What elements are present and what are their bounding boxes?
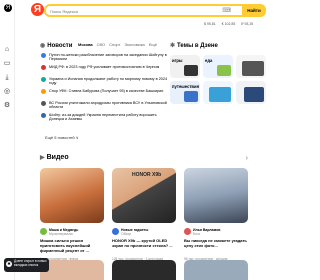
video-title-text[interactable]: Мишка сильно решил приготовить вкуснейши… <box>40 238 104 253</box>
theme-tile[interactable] <box>236 55 266 78</box>
downloads-icon[interactable]: ⤓ <box>3 74 11 82</box>
home-icon[interactable]: ⌂ <box>3 46 11 54</box>
news-list: Путин по-женски разоблачение заговоров н… <box>40 53 168 125</box>
video-icon: ▶ <box>40 155 45 161</box>
tab-more[interactable]: Ещё <box>149 42 157 47</box>
left-toolbar: Я ⌂ ▭ ⤓ ◎ ⚙ <box>0 0 15 280</box>
video-title-text[interactable]: Вы никогда не сможете угадать цену этих … <box>184 238 248 249</box>
video-thumbnail[interactable] <box>112 260 176 280</box>
channel-sub: Мультсериалы <box>49 232 73 236</box>
news-item[interactable]: ВС России уничтожили аэродромы противник… <box>40 101 168 113</box>
news-item[interactable]: Шойгу: из-за дождей Украина переместила … <box>40 113 168 125</box>
search-box: ⌨ Найти <box>44 4 266 17</box>
rate-oil[interactable]: ₽ 93,25 <box>241 22 253 26</box>
tab-moscow[interactable]: Москва <box>78 42 93 47</box>
news-icon: ◉ <box>40 43 46 49</box>
video-thumbnail[interactable] <box>184 260 248 280</box>
video-thumbnail[interactable] <box>184 168 248 223</box>
source-icon <box>41 101 46 106</box>
rate-usd[interactable]: $ 95,81 <box>204 22 216 26</box>
news-item[interactable]: МИД РФ: в 2023 году РФ усиливает противо… <box>40 65 168 77</box>
search-button[interactable]: Найти <box>242 4 266 17</box>
news-block: ◉ Новости Москва СВО Спорт Экономика Ещё… <box>40 42 168 140</box>
next-row-thumbnails <box>40 260 280 280</box>
source-icon <box>41 89 46 94</box>
channel-info: Маша и Медведь Мультсериалы <box>40 228 78 236</box>
themes-title[interactable]: Темы в Дзене <box>177 43 218 49</box>
theme-image <box>242 61 264 76</box>
theme-tile[interactable]: игры <box>170 55 200 78</box>
video-thumbnail[interactable] <box>40 260 104 280</box>
keyboard-icon[interactable]: ⌨ <box>222 7 231 14</box>
yandex-search-logo[interactable]: Я <box>31 3 44 16</box>
tab-economy[interactable]: Экономика <box>124 42 144 47</box>
news-title[interactable]: Новости <box>47 43 72 49</box>
themes-grid: игры еда путешествия <box>170 55 266 104</box>
channel-sub: Обзор <box>121 232 132 236</box>
food-image <box>217 65 231 76</box>
news-tabs: Москва СВО Спорт Экономика Ещё <box>78 42 157 47</box>
news-item[interactable]: Путин по-женски разоблачение заговоров н… <box>40 53 168 65</box>
tab-sport[interactable]: Спорт <box>109 42 120 47</box>
search-input[interactable] <box>50 7 210 15</box>
source-icon <box>41 53 46 58</box>
dzen-themes-block: ✱ Темы в Дзене игры еда путешествия <box>170 42 276 104</box>
tabs-icon[interactable]: ◎ <box>3 88 11 96</box>
news-item[interactable]: Украина и Испания продолжают работу по м… <box>40 77 168 89</box>
notification-toast[interactable]: ✱ Дзене открыт в новых вкладках кнопок <box>4 258 49 272</box>
yandex-logo-icon[interactable]: Я <box>4 4 12 12</box>
next-arrow-icon[interactable]: › <box>246 155 248 162</box>
news-item[interactable]: Спор УФК: Стивна Бабурова (Получает 95) … <box>40 89 168 101</box>
avatar[interactable] <box>184 228 191 235</box>
video-thumbnail[interactable] <box>40 168 104 223</box>
currency-rates: $ 95,81 € 102,85 ₽ 93,25 <box>204 22 258 26</box>
theme-image <box>209 87 231 102</box>
source-icon <box>41 65 46 70</box>
channel-info: Новые гаджеты Обзор <box>112 228 148 236</box>
source-icon <box>41 113 46 118</box>
settings-icon[interactable]: ⚙ <box>3 102 11 110</box>
video-title[interactable]: Видео <box>47 154 69 161</box>
theme-tile[interactable] <box>236 81 266 104</box>
dzen-icon: ✱ <box>6 261 12 267</box>
video-title-text[interactable]: HONOR X9b — крутой OLED экран по прочнос… <box>112 238 176 249</box>
rate-eur[interactable]: € 102,85 <box>222 22 236 26</box>
theme-image <box>244 87 264 102</box>
channel-info: Илья Варламов Блог <box>184 228 220 236</box>
more-news-link[interactable]: Ещё 5 новостей ∨ <box>45 135 79 140</box>
avatar[interactable] <box>112 228 119 235</box>
theme-tile[interactable]: еда <box>203 55 233 78</box>
video-block: ▶ Видео › Маша и Медведь Мультсериалы Миш… <box>40 154 280 261</box>
source-icon <box>41 77 46 82</box>
tab-svo[interactable]: СВО <box>97 42 106 47</box>
gamepad-image <box>184 65 198 76</box>
channel-sub: Блог <box>193 232 201 236</box>
dzen-icon: ✱ <box>170 43 176 49</box>
theme-tile[interactable] <box>203 81 233 104</box>
avatar[interactable] <box>40 228 47 235</box>
theme-tile[interactable]: путешествия <box>170 81 200 104</box>
video-thumbnail[interactable]: HONOR X9b <box>112 168 176 223</box>
travel-image <box>184 91 198 102</box>
header: Я ⌨ Найти $ 95,81 € 102,85 ₽ 93,25 <box>14 0 280 32</box>
collections-icon[interactable]: ▭ <box>3 60 11 68</box>
